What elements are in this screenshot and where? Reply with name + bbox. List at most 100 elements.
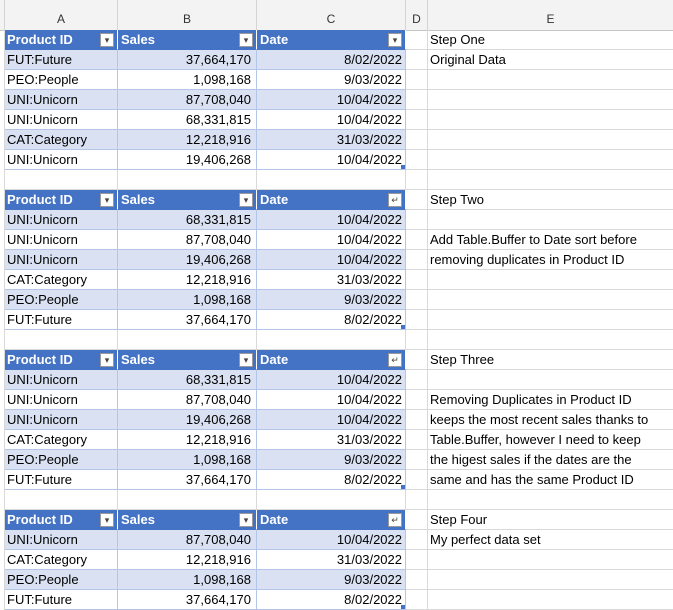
cell-date[interactable]: 10/04/2022: [257, 210, 406, 230]
cell-date[interactable]: 10/04/2022: [257, 150, 406, 170]
cell-product-id[interactable]: PEO:People: [5, 290, 118, 310]
cell-product-id[interactable]: PEO:People: [5, 70, 118, 90]
cell-product-id[interactable]: UNI:Unicorn: [5, 410, 118, 430]
cell-sales[interactable]: 68,331,815: [118, 370, 257, 390]
column-header-d[interactable]: D: [406, 0, 428, 30]
table-resize-handle-icon[interactable]: [401, 165, 405, 169]
note-cell[interactable]: Table.Buffer, however I need to keep: [428, 430, 673, 450]
cell-d[interactable]: [406, 390, 428, 410]
cell-d[interactable]: [406, 130, 428, 150]
note-cell[interactable]: Step Two: [428, 190, 673, 210]
cell-d[interactable]: [406, 30, 428, 50]
empty-cell[interactable]: [406, 490, 428, 510]
note-cell[interactable]: Step Three: [428, 350, 673, 370]
header-product-id[interactable]: Product ID ▾: [5, 190, 118, 210]
cell-date[interactable]: 10/04/2022: [257, 230, 406, 250]
filter-dropdown-icon[interactable]: ▾: [100, 513, 114, 527]
header-date[interactable]: Date ↵: [257, 510, 406, 530]
note-cell[interactable]: Original Data: [428, 50, 673, 70]
cell-sales[interactable]: 37,664,170: [118, 310, 257, 330]
cell-product-id[interactable]: UNI:Unicorn: [5, 230, 118, 250]
filter-dropdown-icon[interactable]: ▾: [388, 33, 402, 47]
empty-cell[interactable]: [5, 490, 118, 510]
empty-cell[interactable]: [118, 490, 257, 510]
empty-cell[interactable]: [406, 170, 428, 190]
cell-sales[interactable]: 19,406,268: [118, 150, 257, 170]
cell-d[interactable]: [406, 150, 428, 170]
cell-product-id[interactable]: UNI:Unicorn: [5, 90, 118, 110]
note-cell[interactable]: [428, 310, 673, 330]
note-cell[interactable]: [428, 290, 673, 310]
empty-cell[interactable]: [118, 330, 257, 350]
cell-date[interactable]: 9/03/2022: [257, 290, 406, 310]
cell-date[interactable]: 8/02/2022: [257, 50, 406, 70]
header-sales[interactable]: Sales ▾: [118, 190, 257, 210]
header-date[interactable]: Date ↵: [257, 350, 406, 370]
cell-date[interactable]: 31/03/2022: [257, 550, 406, 570]
cell-date[interactable]: 8/02/2022: [257, 310, 406, 330]
header-sales[interactable]: Sales ▾: [118, 30, 257, 50]
filter-dropdown-icon[interactable]: ▾: [239, 193, 253, 207]
filter-dropdown-icon[interactable]: ▾: [239, 33, 253, 47]
cell-product-id[interactable]: FUT:Future: [5, 50, 118, 70]
cell-d[interactable]: [406, 450, 428, 470]
cell-date[interactable]: 10/04/2022: [257, 390, 406, 410]
cell-d[interactable]: [406, 270, 428, 290]
cell-d[interactable]: [406, 510, 428, 530]
empty-cell[interactable]: [257, 170, 406, 190]
cell-sales[interactable]: 68,331,815: [118, 110, 257, 130]
cell-date[interactable]: 8/02/2022: [257, 590, 406, 610]
note-cell[interactable]: My perfect data set: [428, 530, 673, 550]
cell-product-id[interactable]: CAT:Category: [5, 130, 118, 150]
sort-filter-button-icon[interactable]: ↵: [388, 193, 402, 207]
header-product-id[interactable]: Product ID ▾: [5, 510, 118, 530]
note-cell[interactable]: [428, 370, 673, 390]
cell-sales[interactable]: 12,218,916: [118, 130, 257, 150]
empty-cell[interactable]: [5, 330, 118, 350]
filter-dropdown-icon[interactable]: ▾: [239, 353, 253, 367]
cell-date[interactable]: 10/04/2022: [257, 410, 406, 430]
note-cell[interactable]: [428, 70, 673, 90]
cell-d[interactable]: [406, 250, 428, 270]
cell-sales[interactable]: 12,218,916: [118, 430, 257, 450]
cell-sales[interactable]: 87,708,040: [118, 230, 257, 250]
cell-sales[interactable]: 1,098,168: [118, 570, 257, 590]
cell-d[interactable]: [406, 90, 428, 110]
cell-date[interactable]: 10/04/2022: [257, 90, 406, 110]
cell-d[interactable]: [406, 190, 428, 210]
empty-cell[interactable]: [118, 170, 257, 190]
table-resize-handle-icon[interactable]: [401, 485, 405, 489]
cell-sales[interactable]: 1,098,168: [118, 70, 257, 90]
cell-d[interactable]: [406, 310, 428, 330]
note-cell[interactable]: [428, 550, 673, 570]
empty-cell[interactable]: [406, 330, 428, 350]
header-date[interactable]: Date ↵: [257, 190, 406, 210]
note-cell[interactable]: [428, 490, 673, 510]
filter-dropdown-icon[interactable]: ▾: [239, 513, 253, 527]
filter-dropdown-icon[interactable]: ▾: [100, 33, 114, 47]
cell-d[interactable]: [406, 210, 428, 230]
cell-sales[interactable]: 19,406,268: [118, 250, 257, 270]
note-cell[interactable]: [428, 330, 673, 350]
cell-date[interactable]: 9/03/2022: [257, 450, 406, 470]
cell-date[interactable]: 31/03/2022: [257, 430, 406, 450]
header-product-id[interactable]: Product ID ▾: [5, 30, 118, 50]
cell-sales[interactable]: 1,098,168: [118, 290, 257, 310]
note-cell[interactable]: same and has the same Product ID: [428, 470, 673, 490]
note-cell[interactable]: [428, 130, 673, 150]
note-cell[interactable]: the higest sales if the dates are the: [428, 450, 673, 470]
table-resize-handle-icon[interactable]: [401, 325, 405, 329]
cell-product-id[interactable]: FUT:Future: [5, 590, 118, 610]
cell-sales[interactable]: 68,331,815: [118, 210, 257, 230]
cell-product-id[interactable]: CAT:Category: [5, 430, 118, 450]
cell-date[interactable]: 9/03/2022: [257, 570, 406, 590]
cell-date[interactable]: 10/04/2022: [257, 370, 406, 390]
note-cell[interactable]: Step Four: [428, 510, 673, 530]
header-sales[interactable]: Sales ▾: [118, 350, 257, 370]
cell-d[interactable]: [406, 410, 428, 430]
cell-d[interactable]: [406, 50, 428, 70]
cell-date[interactable]: 31/03/2022: [257, 130, 406, 150]
cell-product-id[interactable]: UNI:Unicorn: [5, 250, 118, 270]
cell-d[interactable]: [406, 590, 428, 610]
cell-product-id[interactable]: PEO:People: [5, 450, 118, 470]
